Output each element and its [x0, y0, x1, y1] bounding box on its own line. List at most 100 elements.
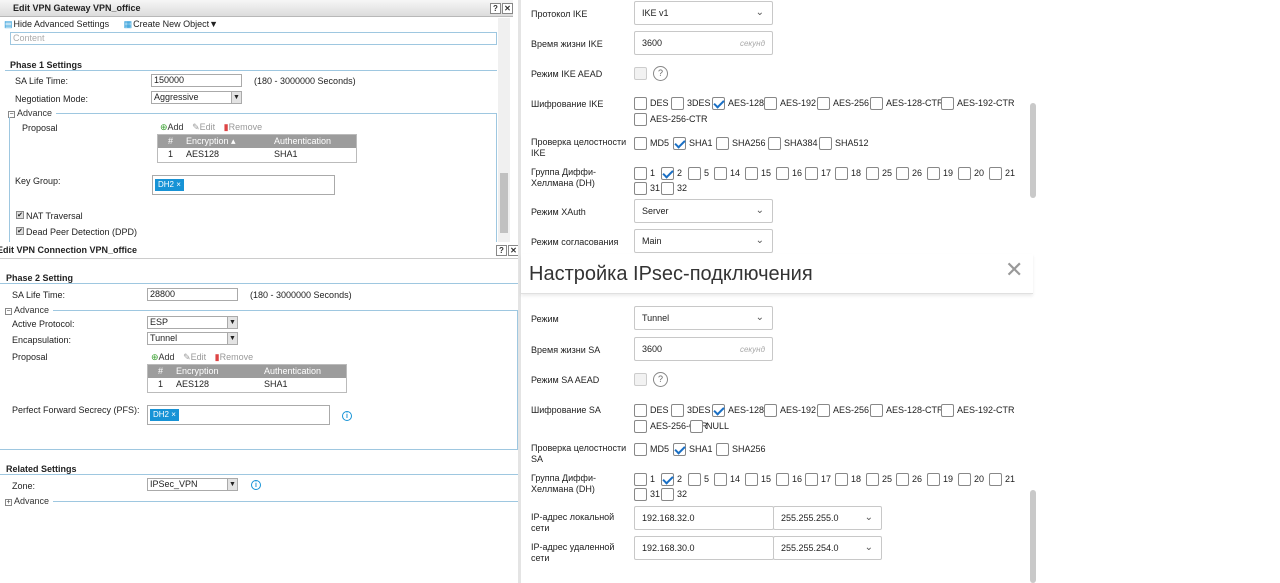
remote-ip-input[interactable]: 192.168.30.0 [634, 536, 774, 560]
ike-dh-checkbox-18[interactable] [835, 167, 848, 180]
create-new-object-button[interactable]: ▦Create New Object▼ [124, 19, 224, 30]
sa-enc-checkbox-null[interactable] [690, 420, 703, 433]
ike-dh-checkbox-16[interactable] [776, 167, 789, 180]
info-icon[interactable]: i [342, 411, 352, 421]
remote-mask-select[interactable]: 255.255.254.0 ⌄ [773, 536, 882, 560]
sa-enc-checkbox-aes-192[interactable] [764, 404, 777, 417]
dpd-checkbox[interactable]: ✔ [16, 227, 24, 235]
ike-int-checkbox-sha256[interactable] [716, 137, 729, 150]
ike-int-checkbox-sha512[interactable] [819, 137, 832, 150]
dh2-tag[interactable]: DH2 × [155, 179, 184, 191]
ike-enc-checkbox-aes-256-ctr[interactable] [634, 113, 647, 126]
pfs-field[interactable]: DH2 × [147, 405, 330, 425]
ike-scrollbar[interactable] [1030, 103, 1036, 198]
help-icon[interactable]: ? [653, 66, 668, 81]
xauth-select[interactable]: Server ⌄ [634, 199, 773, 223]
ike-enc-checkbox-aes-192-ctr[interactable] [941, 97, 954, 110]
add-button[interactable]: ⊕Add [160, 122, 184, 132]
sa-enc-checkbox-aes-128[interactable] [712, 404, 725, 417]
ike-aead-checkbox[interactable] [634, 67, 647, 80]
edit-button[interactable]: ✎Edit [183, 352, 206, 362]
ike-protocol-select[interactable]: IKE v1 ⌄ [634, 1, 773, 25]
sa-dh-checkbox-26[interactable] [896, 473, 909, 486]
advance-toggle[interactable]: − Advance [8, 108, 52, 118]
sa-dh-checkbox-5[interactable] [688, 473, 701, 486]
hide-advanced-button[interactable]: ▤Hide Advanced Settings [4, 19, 115, 30]
ike-dh-checkbox-14[interactable] [714, 167, 727, 180]
advance-toggle[interactable]: − Advance [5, 305, 49, 315]
sa-enc-checkbox-aes-192-ctr[interactable] [941, 404, 954, 417]
ike-dh-checkbox-26[interactable] [896, 167, 909, 180]
sa-dh-checkbox-19[interactable] [927, 473, 940, 486]
ike-dh-checkbox-17[interactable] [805, 167, 818, 180]
ike-dh-checkbox-21[interactable] [989, 167, 1002, 180]
ike-dh-checkbox-32[interactable] [661, 182, 674, 195]
close-icon[interactable]: ✕ [1005, 259, 1023, 281]
negotiation-select[interactable]: Main ⌄ [634, 229, 773, 253]
sa-dh-checkbox-25[interactable] [866, 473, 879, 486]
sa-enc-checkbox-aes-128-ctr[interactable] [870, 404, 883, 417]
ike-int-checkbox-sha384[interactable] [768, 137, 781, 150]
ike-int-checkbox-sha1[interactable] [673, 137, 686, 150]
ike-dh-checkbox-1[interactable] [634, 167, 647, 180]
ipsec-scrollbar[interactable] [1030, 490, 1036, 583]
key-group-field[interactable]: DH2 × [152, 175, 335, 195]
ike-dh-checkbox-20[interactable] [958, 167, 971, 180]
sa-dh-checkbox-20[interactable] [958, 473, 971, 486]
ipsec-mode-select[interactable]: Tunnel ⌄ [634, 306, 773, 330]
negotiation-mode-select[interactable]: Aggressive ▼ [151, 91, 242, 104]
ike-dh-checkbox-31[interactable] [634, 182, 647, 195]
help-icon[interactable]: ? [653, 372, 668, 387]
sa-dh-checkbox-31[interactable] [634, 488, 647, 501]
sa-dh-checkbox-18[interactable] [835, 473, 848, 486]
ike-enc-checkbox-aes-128-ctr[interactable] [870, 97, 883, 110]
sa-enc-checkbox-des[interactable] [634, 404, 647, 417]
sa-dh-checkbox-21[interactable] [989, 473, 1002, 486]
sa-life-input[interactable]: 150000 [151, 74, 242, 87]
dh2-tag[interactable]: DH2 × [150, 409, 179, 421]
table-row[interactable]: 1 AES128 SHA1 [148, 378, 346, 391]
ike-dh-checkbox-19[interactable] [927, 167, 940, 180]
close-icon[interactable]: ✕ [502, 3, 513, 14]
edit-button[interactable]: ✎Edit [192, 122, 215, 132]
encapsulation-select[interactable]: Tunnel ▼ [147, 332, 238, 345]
nat-traversal-checkbox[interactable]: ✔ [16, 211, 24, 219]
remove-button[interactable]: ▮Remove [224, 122, 262, 132]
sa-enc-checkbox-3des[interactable] [671, 404, 684, 417]
table-row[interactable]: 1 AES128 SHA1 [158, 148, 356, 161]
ike-enc-checkbox-aes-128[interactable] [712, 97, 725, 110]
active-protocol-select[interactable]: ESP ▼ [147, 316, 238, 329]
sa-dh-checkbox-14[interactable] [714, 473, 727, 486]
col-encryption[interactable]: Encryption ▴ [186, 135, 236, 148]
help-icon[interactable]: ? [490, 3, 501, 14]
ike-dh-checkbox-2[interactable] [661, 167, 674, 180]
sa-dh-checkbox-32[interactable] [661, 488, 674, 501]
sa-enc-checkbox-aes-256-ctr[interactable] [634, 420, 647, 433]
gateway-scrollbar[interactable] [498, 18, 510, 243]
sa-dh-checkbox-15[interactable] [745, 473, 758, 486]
sa-lifetime-input[interactable]: 3600 секунд [634, 337, 773, 361]
sa-int-checkbox-sha1[interactable] [673, 443, 686, 456]
sa-dh-checkbox-2[interactable] [661, 473, 674, 486]
sa-enc-checkbox-aes-256[interactable] [817, 404, 830, 417]
col-encryption[interactable]: Encryption [176, 365, 219, 378]
ike-dh-checkbox-15[interactable] [745, 167, 758, 180]
sa-int-checkbox-sha256[interactable] [716, 443, 729, 456]
local-mask-select[interactable]: 255.255.255.0 ⌄ [773, 506, 882, 530]
ike-enc-checkbox-aes-192[interactable] [764, 97, 777, 110]
ike-dh-checkbox-5[interactable] [688, 167, 701, 180]
advance-toggle[interactable]: + Advance [5, 496, 49, 506]
ike-enc-checkbox-aes-256[interactable] [817, 97, 830, 110]
ike-enc-checkbox-3des[interactable] [671, 97, 684, 110]
sa-int-checkbox-md5[interactable] [634, 443, 647, 456]
remove-button[interactable]: ▮Remove [215, 352, 253, 362]
ike-int-checkbox-md5[interactable] [634, 137, 647, 150]
ike-enc-checkbox-des[interactable] [634, 97, 647, 110]
info-icon[interactable]: i [251, 480, 261, 490]
ike-lifetime-input[interactable]: 3600 секунд [634, 31, 773, 55]
help-icon[interactable]: ? [496, 245, 507, 256]
zone-select[interactable]: IPSec_VPN ▼ [147, 478, 238, 491]
sa-dh-checkbox-17[interactable] [805, 473, 818, 486]
sa-aead-checkbox[interactable] [634, 373, 647, 386]
sa-dh-checkbox-16[interactable] [776, 473, 789, 486]
